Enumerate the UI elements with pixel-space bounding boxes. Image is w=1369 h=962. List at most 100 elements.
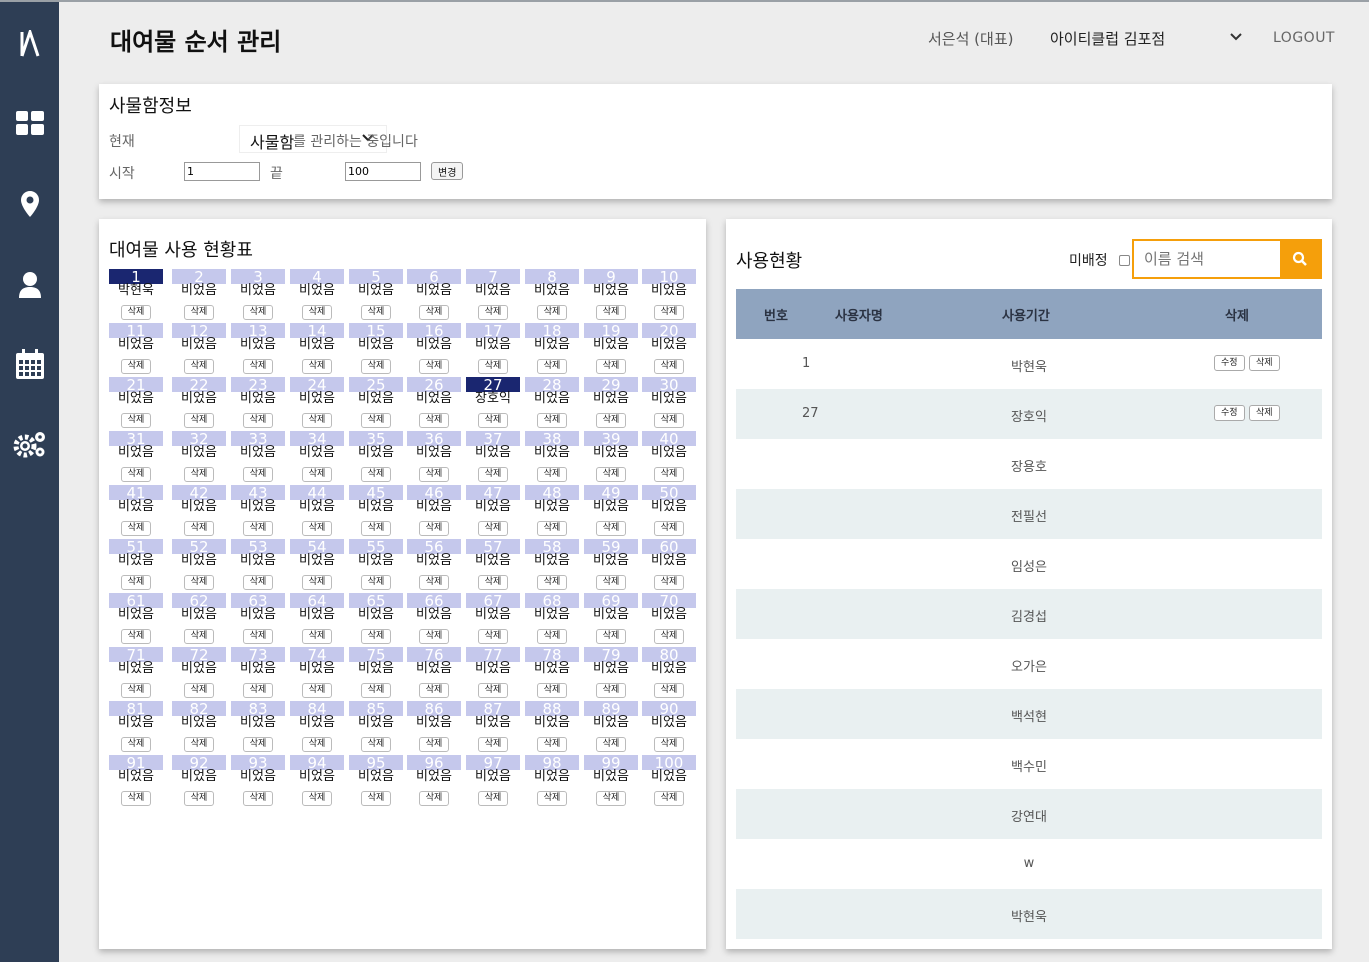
locker-cell[interactable]: 79 비었음 삭제 [584,647,638,698]
locker-delete-button[interactable]: 삭제 [183,737,215,752]
locker-delete-button[interactable]: 삭제 [477,629,509,644]
locker-cell[interactable]: 22 비었음 삭제 [172,377,226,428]
locker-delete-button[interactable]: 삭제 [653,521,685,536]
locker-delete-button[interactable]: 삭제 [595,575,627,590]
locker-cell[interactable]: 1 박현욱 삭제 [109,269,163,320]
logout-link[interactable]: LOGOUT [1273,30,1335,46]
locker-delete-button[interactable]: 삭제 [301,305,333,320]
locker-cell[interactable]: 11 비었음 삭제 [109,323,163,374]
locker-delete-button[interactable]: 삭제 [477,413,509,428]
locker-delete-button[interactable]: 삭제 [301,359,333,374]
locker-cell[interactable]: 35 비었음 삭제 [349,431,403,482]
locker-cell[interactable]: 82 비었음 삭제 [172,701,226,752]
locker-cell[interactable]: 71 비었음 삭제 [109,647,163,698]
row-edit-button[interactable]: 수정 [1214,355,1245,371]
locker-cell[interactable]: 75 비었음 삭제 [349,647,403,698]
locker-cell[interactable]: 34 비었음 삭제 [290,431,344,482]
locker-cell[interactable]: 62 비었음 삭제 [172,593,226,644]
locker-delete-button[interactable]: 삭제 [653,305,685,320]
locker-cell[interactable]: 69 비었음 삭제 [584,593,638,644]
locker-cell[interactable]: 6 비었음 삭제 [407,269,461,320]
locker-delete-button[interactable]: 삭제 [477,683,509,698]
locker-delete-button[interactable]: 삭제 [418,467,450,482]
dashboard-icon[interactable] [0,103,59,143]
locker-cell[interactable]: 87 비었음 삭제 [466,701,520,752]
locker-delete-button[interactable]: 삭제 [595,683,627,698]
locker-delete-button[interactable]: 삭제 [120,467,152,482]
settings-gears-icon[interactable] [0,424,59,464]
locker-cell[interactable]: 68 비었음 삭제 [525,593,579,644]
locker-delete-button[interactable]: 삭제 [242,629,274,644]
locker-cell[interactable]: 93 비었음 삭제 [231,755,285,806]
start-input[interactable] [184,162,260,181]
locker-delete-button[interactable]: 삭제 [595,467,627,482]
locker-cell[interactable]: 21 비었음 삭제 [109,377,163,428]
user-icon[interactable] [0,265,59,305]
locker-cell[interactable]: 16 비었음 삭제 [407,323,461,374]
row-edit-button[interactable]: 수정 [1214,405,1245,421]
locker-cell[interactable]: 37 비었음 삭제 [466,431,520,482]
calendar-icon[interactable] [0,344,59,384]
chevron-down-icon[interactable] [1230,29,1242,45]
locker-cell[interactable]: 57 비었음 삭제 [466,539,520,590]
locker-delete-button[interactable]: 삭제 [653,467,685,482]
locker-cell[interactable]: 90 비었음 삭제 [642,701,696,752]
locker-cell[interactable]: 56 비었음 삭제 [407,539,461,590]
locker-cell[interactable]: 60 비었음 삭제 [642,539,696,590]
locker-delete-button[interactable]: 삭제 [120,737,152,752]
locker-delete-button[interactable]: 삭제 [242,575,274,590]
locker-cell[interactable]: 74 비었음 삭제 [290,647,344,698]
locker-cell[interactable]: 39 비었음 삭제 [584,431,638,482]
locker-cell[interactable]: 53 비었음 삭제 [231,539,285,590]
logo-icon[interactable] [0,24,59,64]
locker-delete-button[interactable]: 삭제 [120,359,152,374]
locker-delete-button[interactable]: 삭제 [120,521,152,536]
search-input[interactable] [1134,241,1280,277]
locker-cell[interactable]: 5 비었음 삭제 [349,269,403,320]
locker-delete-button[interactable]: 삭제 [360,629,392,644]
locker-cell[interactable]: 95 비었음 삭제 [349,755,403,806]
search-button[interactable] [1280,241,1320,277]
locker-delete-button[interactable]: 삭제 [418,683,450,698]
locker-cell[interactable]: 23 비었음 삭제 [231,377,285,428]
locker-delete-button[interactable]: 삭제 [477,791,509,806]
locker-delete-button[interactable]: 삭제 [418,737,450,752]
locker-cell[interactable]: 13 비었음 삭제 [231,323,285,374]
locker-cell[interactable]: 31 비었음 삭제 [109,431,163,482]
locker-delete-button[interactable]: 삭제 [183,683,215,698]
locker-cell[interactable]: 73 비었음 삭제 [231,647,285,698]
end-input[interactable] [345,162,421,181]
locker-cell[interactable]: 94 비었음 삭제 [290,755,344,806]
locker-cell[interactable]: 85 비었음 삭제 [349,701,403,752]
locker-cell[interactable]: 7 비었음 삭제 [466,269,520,320]
locker-delete-button[interactable]: 삭제 [595,521,627,536]
locker-delete-button[interactable]: 삭제 [536,683,568,698]
locker-cell[interactable]: 30 비었음 삭제 [642,377,696,428]
locker-cell[interactable]: 42 비었음 삭제 [172,485,226,536]
locker-cell[interactable]: 81 비었음 삭제 [109,701,163,752]
locker-delete-button[interactable]: 삭제 [242,683,274,698]
locker-delete-button[interactable]: 삭제 [301,737,333,752]
row-delete-button[interactable]: 삭제 [1249,405,1280,421]
locker-cell[interactable]: 88 비었음 삭제 [525,701,579,752]
locker-cell[interactable]: 63 비었음 삭제 [231,593,285,644]
locker-cell[interactable]: 65 비었음 삭제 [349,593,403,644]
locker-cell[interactable]: 47 비었음 삭제 [466,485,520,536]
locker-delete-button[interactable]: 삭제 [653,359,685,374]
locker-cell[interactable]: 18 비었음 삭제 [525,323,579,374]
locker-cell[interactable]: 97 비었음 삭제 [466,755,520,806]
row-delete-button[interactable]: 삭제 [1249,355,1280,371]
locker-delete-button[interactable]: 삭제 [242,791,274,806]
locker-delete-button[interactable]: 삭제 [242,359,274,374]
locker-cell[interactable]: 52 비었음 삭제 [172,539,226,590]
locker-cell[interactable]: 48 비었음 삭제 [525,485,579,536]
locker-cell[interactable]: 83 비었음 삭제 [231,701,285,752]
locker-delete-button[interactable]: 삭제 [477,305,509,320]
locker-delete-button[interactable]: 삭제 [418,629,450,644]
locker-cell[interactable]: 50 비었음 삭제 [642,485,696,536]
locker-delete-button[interactable]: 삭제 [360,683,392,698]
locker-delete-button[interactable]: 삭제 [301,575,333,590]
locker-cell[interactable]: 76 비었음 삭제 [407,647,461,698]
unassigned-checkbox[interactable] [1119,255,1130,266]
locker-delete-button[interactable]: 삭제 [242,305,274,320]
